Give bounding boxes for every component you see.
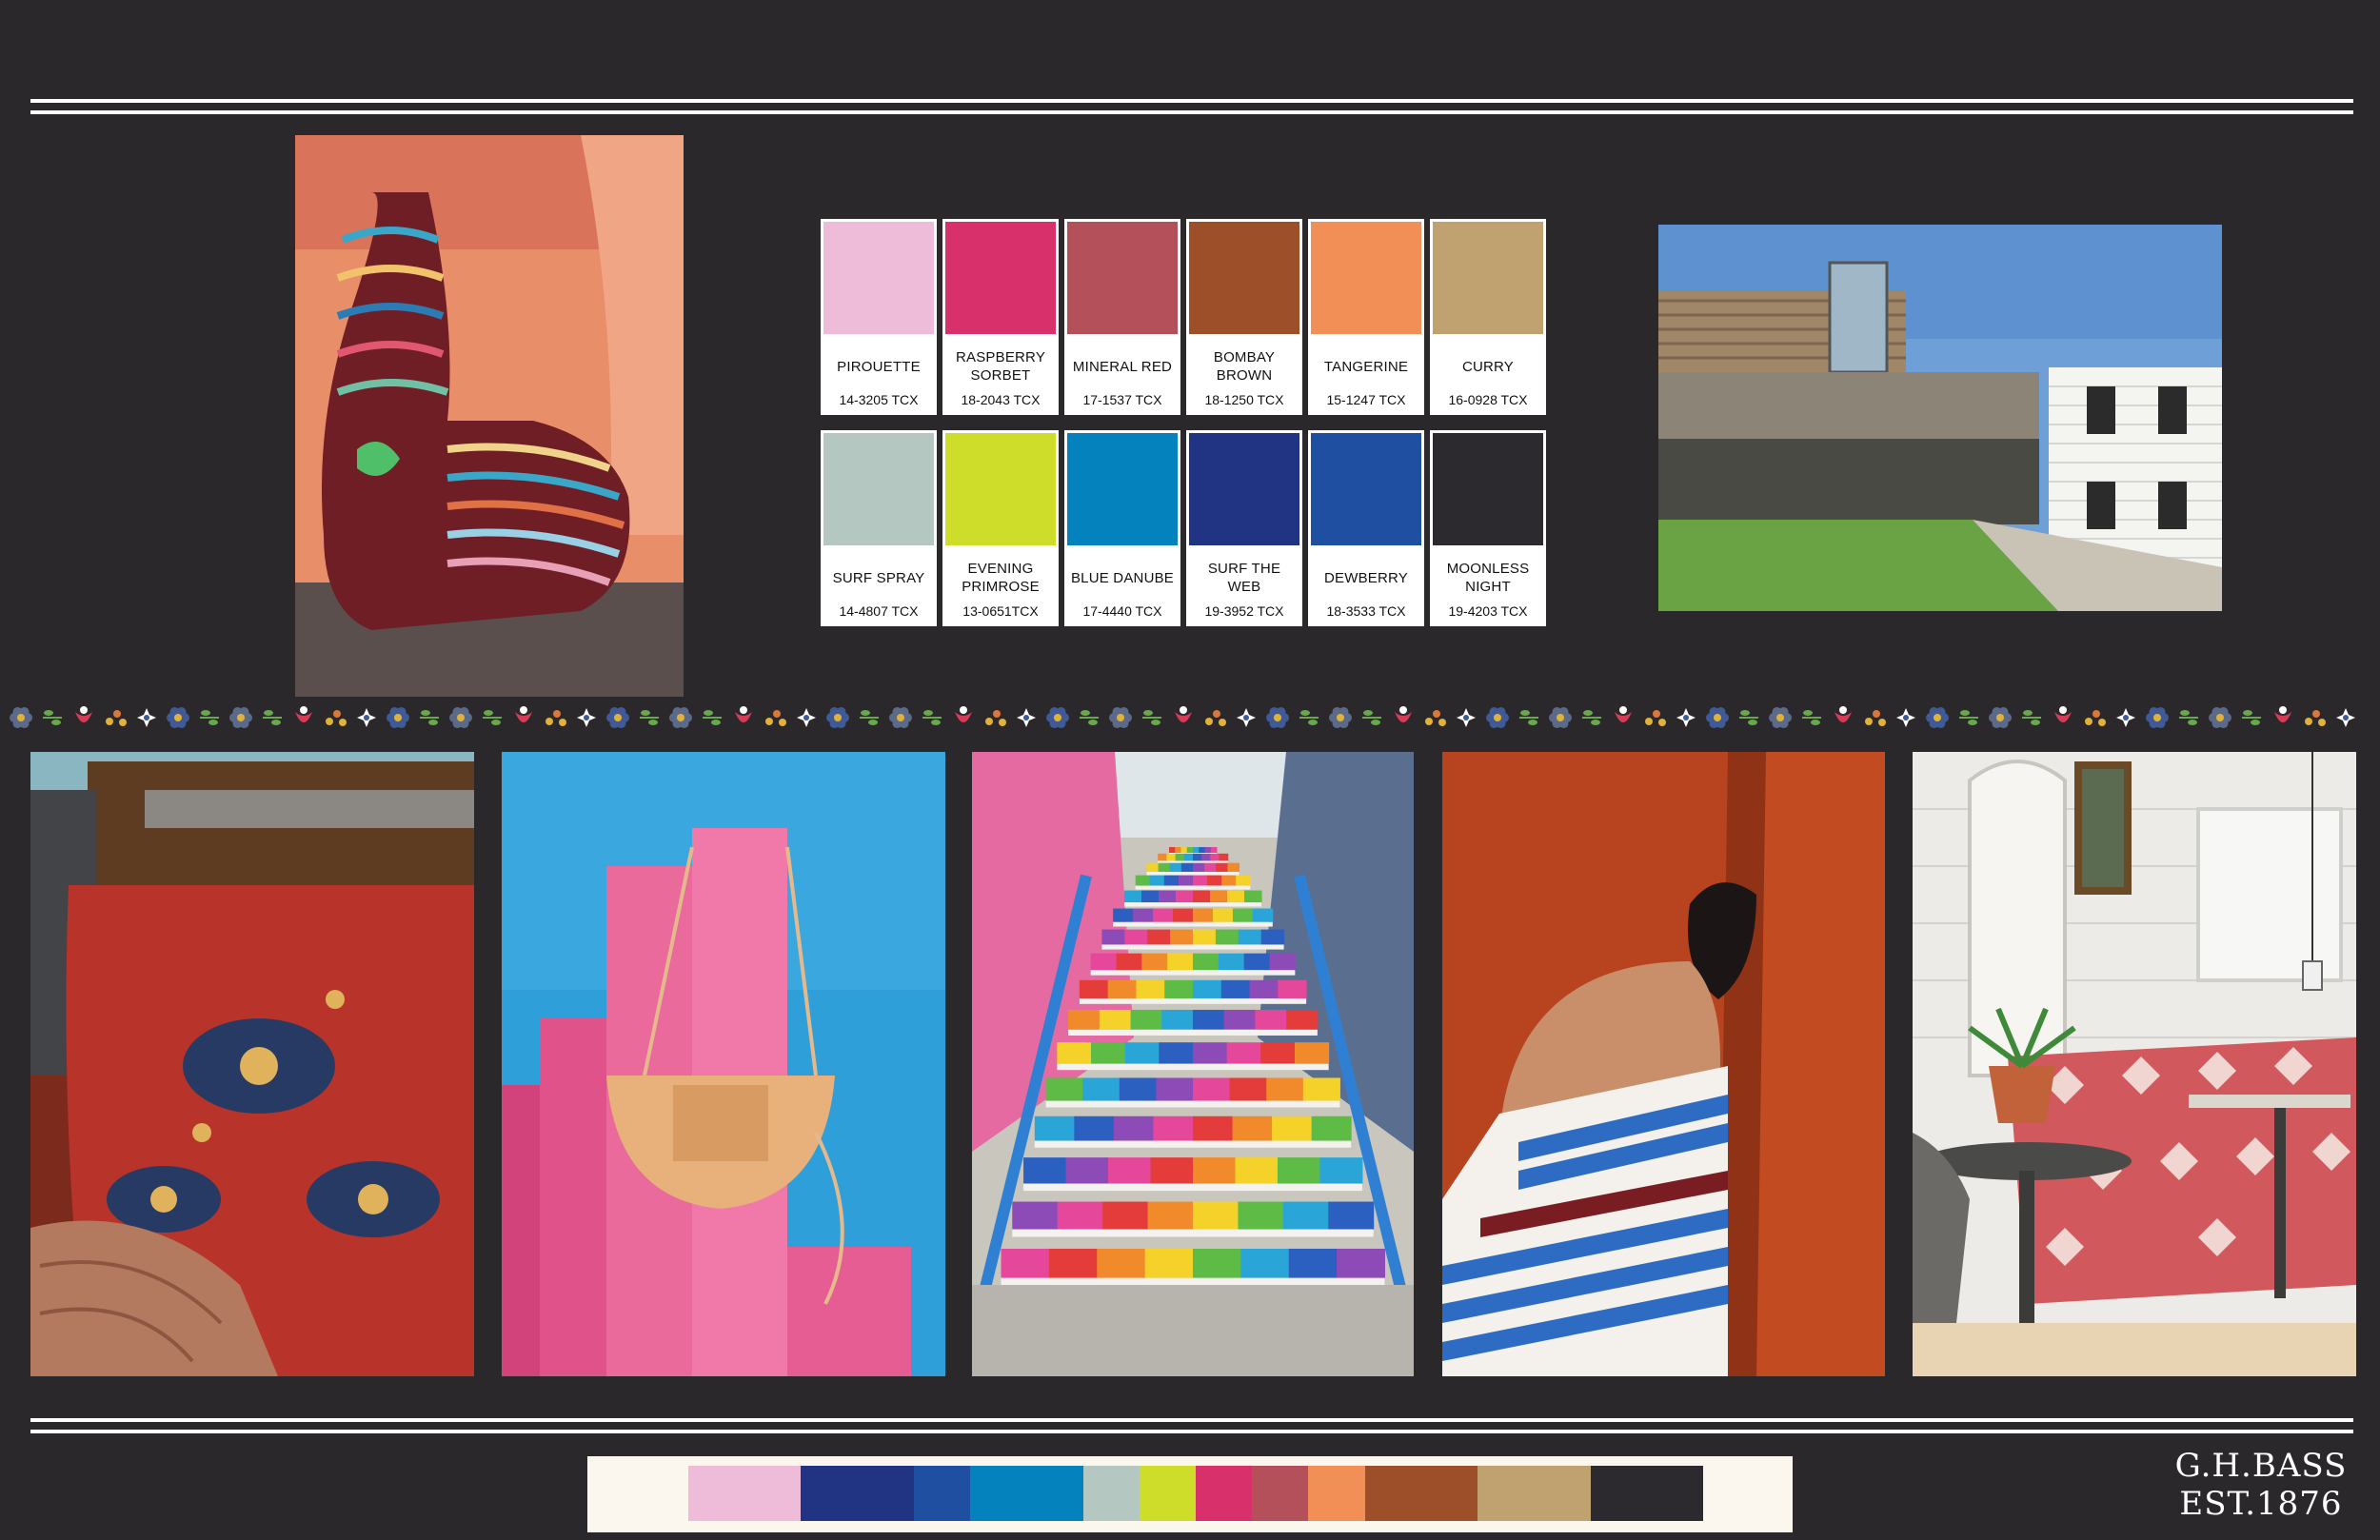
color-swatch: DEWBERRY 18-3533 TCX [1308,430,1424,626]
swatch-name: CURRY [1461,358,1515,375]
swatch-color-chip [823,222,934,334]
swatch-name: EVENING PRIMROSE [962,561,1040,595]
swatch-name: TANGERINE [1323,358,1409,375]
color-swatch: BOMBAY BROWN 18-1250 TCX [1186,219,1302,415]
swatch-name: BOMBAY BROWN [1213,349,1276,384]
color-swatch: SURF THE WEB 19-3952 TCX [1186,430,1302,626]
swatch-name: SURF SPRAY [832,569,925,586]
swatch-caption: BOMBAY BROWN 18-1250 TCX [1186,339,1302,407]
swatch-caption: SURF THE WEB 19-3952 TCX [1186,550,1302,619]
swatch-caption: MOONLESS NIGHT 19-4203 TCX [1430,550,1546,619]
swatch-color-chip [1311,433,1421,545]
swatch-color-chip [945,222,1056,334]
photo-rainbow-stairs [972,752,1414,1376]
swatch-caption: RASPBERRY SORBET 18-2043 TCX [942,339,1059,407]
color-swatch: CURRY 16-0928 TCX [1430,219,1546,415]
color-swatch: MOONLESS NIGHT 19-4203 TCX [1430,430,1546,626]
top-rule-2 [30,110,2353,114]
swatch-caption: DEWBERRY 18-3533 TCX [1308,550,1424,620]
swatch-code: 13-0651TCX [962,603,1039,619]
color-swatch: RASPBERRY SORBET 18-2043 TCX [942,219,1059,415]
palette-segment [970,1466,1084,1521]
palette-segment [1196,1466,1253,1521]
palette-segment [801,1466,915,1521]
swatch-name: PIROUETTE [837,358,921,375]
swatch-caption: CURRY 16-0928 TCX [1430,339,1546,408]
floral-border [10,706,2355,729]
swatch-caption: BLUE DANUBE 17-4440 TCX [1064,550,1180,620]
swatch-color-chip [1189,433,1299,545]
swatch-code: 17-4440 TCX [1082,603,1162,619]
photo-striped-dress-model [1442,752,1885,1376]
swatch-code: 17-1537 TCX [1082,392,1162,407]
swatch-color-chip [1067,222,1178,334]
color-swatch: TANGERINE 15-1247 TCX [1308,219,1424,415]
palette-segment [688,1466,802,1521]
swatch-name: DEWBERRY [1323,569,1408,586]
color-swatch: BLUE DANUBE 17-4440 TCX [1064,430,1180,626]
swatch-name: BLUE DANUBE [1070,569,1175,586]
color-swatch: EVENING PRIMROSE 13-0651TCX [942,430,1059,626]
swatch-color-chip [1189,222,1299,334]
palette-segment [1308,1466,1366,1521]
swatch-code: 18-2043 TCX [961,392,1041,407]
swatch-code: 19-3952 TCX [1204,603,1284,619]
palette-segment [1590,1466,1704,1521]
photo-clothing-chair [295,135,684,697]
swatch-caption: PIROUETTE 14-3205 TCX [821,339,937,408]
bottom-rule-1 [30,1418,2353,1422]
palette-segment [913,1466,971,1521]
color-swatch: PIROUETTE 14-3205 TCX [821,219,937,415]
swatch-color-chip [1311,222,1421,334]
top-rule-1 [30,99,2353,103]
palette-segment [1252,1466,1309,1521]
palette-segment [1139,1466,1197,1521]
palette-segment [1082,1466,1140,1521]
swatch-color-chip [1433,433,1543,545]
bottom-rule-2 [30,1430,2353,1433]
swatch-color-chip [1433,222,1543,334]
swatch-caption: EVENING PRIMROSE 13-0651TCX [942,550,1059,619]
swatch-name: MINERAL RED [1072,358,1173,375]
brand-name: G.H.BASS [2174,1447,2348,1485]
swatch-color-chip [1067,433,1178,545]
palette-segment [1364,1466,1478,1521]
brand-established: EST.1876 [2179,1485,2343,1523]
palette-bar [587,1456,1793,1532]
swatch-code: 15-1247 TCX [1326,392,1406,407]
swatch-caption: MINERAL RED 17-1537 TCX [1064,339,1180,408]
photo-pink-pillars-handbag [502,752,945,1376]
swatch-caption: TANGERINE 15-1247 TCX [1308,339,1424,408]
photo-car-interior-rug [30,752,474,1376]
swatch-code: 14-4807 TCX [839,603,919,619]
photo-ikat-cafe-booth [1913,752,2356,1376]
swatch-code: 19-4203 TCX [1448,603,1528,619]
photo-modern-building [1658,225,2222,611]
color-swatch: MINERAL RED 17-1537 TCX [1064,219,1180,415]
swatch-name: MOONLESS NIGHT [1446,561,1530,595]
swatch-code: 18-3533 TCX [1326,603,1406,619]
swatch-color-chip [945,433,1056,545]
swatch-code: 18-1250 TCX [1204,392,1284,407]
brand-logo: G.H.BASS EST.1876 [2161,1447,2361,1523]
color-swatch: SURF SPRAY 14-4807 TCX [821,430,937,626]
palette-segment [1478,1466,1592,1521]
swatch-color-chip [823,433,934,545]
swatch-caption: SURF SPRAY 14-4807 TCX [821,550,937,620]
swatch-code: 16-0928 TCX [1448,392,1528,407]
swatch-name: SURF THE WEB [1207,561,1281,595]
swatch-name: RASPBERRY SORBET [955,349,1046,384]
swatch-code: 14-3205 TCX [839,392,919,407]
